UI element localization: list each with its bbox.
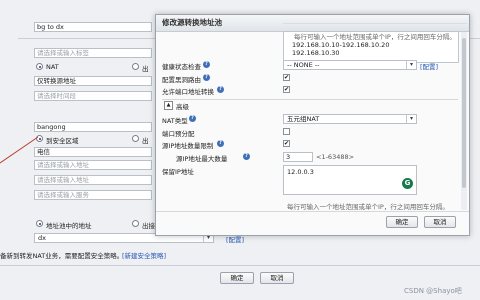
cancel-button[interactable]: 取消	[424, 216, 456, 228]
health-select[interactable]: -- NONE -- ▾	[283, 60, 417, 70]
reserved-ip-value: 12.0.0.3	[287, 168, 314, 176]
out-radio[interactable]	[132, 63, 139, 70]
chevron-down-icon: ▾	[406, 61, 416, 69]
ip-limit-max-input[interactable]: 3	[283, 152, 313, 162]
help-icon[interactable]: ?	[217, 86, 224, 93]
new-policy-link[interactable]: [新建安全策略]	[122, 250, 166, 260]
address-input-2[interactable]: 请选择或输入地址	[34, 175, 152, 185]
pointer-line	[0, 136, 39, 164]
advanced-label[interactable]: 高级	[176, 101, 189, 111]
service-input[interactable]: 请选择或输入服务	[34, 190, 152, 200]
reserved-ip-label: 保留IP地址	[162, 168, 194, 176]
name-input[interactable]: bg to dx	[34, 22, 152, 32]
nat-radio-label: NAT	[46, 63, 59, 71]
nat-type-value: 五元组NAT	[287, 115, 320, 123]
modify-pool-dialog: 修改源转换地址池 每行可输入一个地址范围或单个IP，行之间用回车分隔。 192.…	[155, 14, 470, 236]
out3-label: 出接	[142, 222, 155, 230]
address-input-1[interactable]: 请选择或输入地址	[34, 160, 152, 170]
help-icon[interactable]: ?	[189, 115, 196, 122]
out2-radio[interactable]	[132, 135, 139, 142]
ip-hint-top: 每行可输入一个地址范围或单个IP，行之间用回车分隔。	[294, 33, 456, 41]
grammarly-icon[interactable]: G	[402, 178, 413, 189]
addr-pool-radio[interactable]	[36, 220, 43, 227]
tag-input[interactable]: 请选择或输入标签	[34, 48, 152, 58]
port-prealloc-label: 端口预分配	[162, 130, 195, 138]
help-icon[interactable]: ?	[217, 140, 224, 147]
bg-ok-button[interactable]: 确定	[220, 272, 254, 284]
dialog-scrollbar[interactable]	[461, 32, 467, 210]
ip-line-2: 192.168.10.30	[292, 49, 340, 57]
policy-note: 备新到转发NAT业务，需要配置安全策略。	[0, 252, 124, 260]
footer-divider	[0, 265, 480, 266]
chevron-down-icon: ▾	[406, 115, 416, 123]
port-prealloc-checkbox[interactable]	[283, 128, 290, 135]
collapse-icon[interactable]: ▲	[164, 101, 173, 110]
watermark: CSDN @Shayo吧	[404, 287, 462, 295]
bg-cancel-button[interactable]: 取消	[260, 272, 294, 284]
scrollbar-thumb[interactable]	[462, 38, 466, 188]
help-icon[interactable]: ?	[203, 61, 210, 68]
nat-radio[interactable]	[36, 63, 43, 70]
out3-radio[interactable]	[132, 220, 139, 227]
out-radio-label: 出	[142, 65, 149, 73]
ip-limit-label: 源IP地址数量限制	[162, 142, 214, 150]
zone-radio-label: 到安全区域	[46, 137, 79, 145]
schedule-field[interactable]: 仅转换源地址	[34, 76, 152, 86]
blackhole-checkbox[interactable]	[283, 74, 290, 81]
nat-type-label: NAT类型	[162, 117, 188, 125]
ip-limit-max-label: 源IP地址最大数量	[176, 155, 228, 163]
help-icon[interactable]: ?	[243, 153, 250, 160]
addr-pool-label: 地址池中的地址	[46, 222, 92, 230]
dialog-footer-divider	[156, 211, 469, 212]
health-config-link[interactable]: [配置]	[420, 61, 438, 71]
ip-limit-range: <1-63488>	[316, 153, 355, 161]
ip-range-textarea[interactable]: 每行可输入一个地址范围或单个IP，行之间用回车分隔。 192.168.10.10…	[283, 31, 459, 63]
textarea-edge	[283, 23, 467, 24]
reserved-ip-textarea[interactable]: 12.0.0.3 G	[283, 165, 417, 195]
out2-radio-label: 出	[142, 137, 149, 145]
ip-line-1: 192.168.10.10-192.168.10.20	[292, 41, 390, 49]
ok-button[interactable]: 确定	[386, 216, 418, 228]
telecom-field[interactable]: 电信	[34, 147, 152, 157]
source-zone-field[interactable]: bangong	[34, 122, 152, 132]
allow-port-checkbox[interactable]	[283, 86, 290, 93]
ip-limit-checkbox[interactable]	[283, 140, 290, 147]
health-label: 健康状态检查	[162, 63, 201, 71]
time-input[interactable]: 请选择时间段	[34, 91, 152, 101]
blackhole-label: 配置黑洞路由	[162, 76, 201, 84]
help-icon[interactable]: ?	[203, 74, 210, 81]
ip-hint-bottom: 每行可输入一个地址范围或单个IP，行之间用回车分隔。	[287, 203, 449, 211]
advanced-divider	[162, 99, 458, 100]
health-select-value: -- NONE --	[287, 61, 320, 69]
pool-select-value: dx	[38, 234, 46, 242]
allow-port-label: 允许端口地址转换	[162, 88, 214, 96]
nat-type-select[interactable]: 五元组NAT ▾	[283, 114, 417, 124]
